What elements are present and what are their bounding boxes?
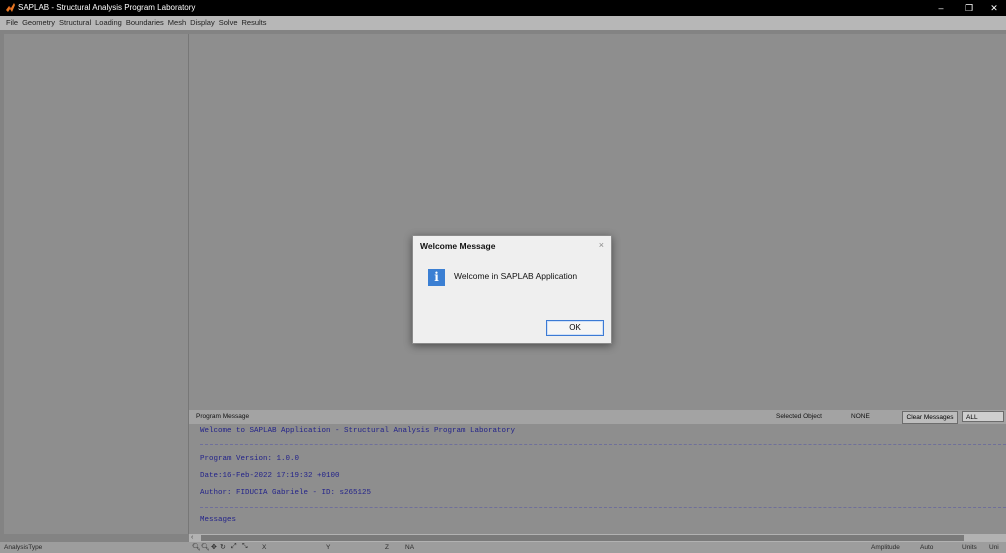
console-divider: [200, 444, 1006, 445]
dialog-title: Welcome Message: [420, 241, 496, 251]
y-coordinate-label: Y: [326, 544, 331, 551]
menu-display[interactable]: Display: [188, 16, 217, 30]
menu-bar: File Geometry Structural Loading Boundar…: [0, 16, 1006, 30]
amplitude-label: Amplitude: [871, 544, 900, 551]
window-title: SAPLAB - Structural Analysis Program Lab…: [18, 3, 196, 12]
selected-object-value: NONE: [851, 413, 870, 420]
menu-structural[interactable]: Structural: [57, 16, 93, 30]
maximize-button[interactable]: ❐: [958, 1, 980, 15]
amplitude-value[interactable]: Auto: [920, 544, 933, 551]
program-message-label: Program Message: [196, 413, 250, 420]
matlab-icon: [6, 3, 15, 12]
z-coordinate-label: Z: [385, 544, 389, 551]
menu-geometry[interactable]: Geometry: [20, 16, 57, 30]
zoom-in-icon[interactable]: 🔍︎: [192, 543, 201, 551]
console-divider: [200, 507, 1006, 508]
x-coordinate-label: X: [262, 544, 267, 551]
menu-boundaries[interactable]: Boundaries: [124, 16, 166, 30]
message-console[interactable]: Welcome to SAPLAB Application - Structur…: [189, 424, 1006, 534]
console-date-line: Date:16-Feb-2022 17:19:32 +0100: [200, 472, 340, 480]
console-version-line: Program Version: 1.0.0: [200, 455, 300, 463]
dialog-message: Welcome in SAPLAB Application: [454, 271, 578, 281]
ok-button[interactable]: OK: [546, 320, 604, 336]
console-messages-line: Messages: [200, 516, 237, 524]
menu-mesh[interactable]: Mesh: [166, 16, 188, 30]
menu-loading[interactable]: Loading: [93, 16, 124, 30]
dialog-close-icon[interactable]: ×: [599, 240, 604, 250]
scrollbar-thumb[interactable]: [201, 535, 964, 541]
graphics-canvas[interactable]: [189, 34, 1006, 410]
rotate-icon[interactable]: ↻: [220, 543, 226, 551]
minimize-button[interactable]: –: [930, 1, 952, 15]
welcome-dialog: Welcome Message × i Welcome in SAPLAB Ap…: [412, 235, 612, 344]
console-author-line: Author: FIDUCIA Gabriele - ID: s265125: [200, 489, 372, 497]
menu-results[interactable]: Results: [240, 16, 269, 30]
clear-messages-button[interactable]: Clear Messages: [902, 411, 958, 424]
units-label: Units: [962, 544, 977, 551]
view-icon[interactable]: ⤢: [231, 543, 237, 551]
zoom-out-icon[interactable]: 🔍︎: [201, 543, 210, 551]
menu-solve[interactable]: Solve: [217, 16, 240, 30]
scroll-left-icon[interactable]: ‹: [191, 534, 193, 542]
menu-file[interactable]: File: [0, 16, 20, 30]
console-scrollbar[interactable]: ‹: [189, 534, 1006, 542]
console-welcome-line: Welcome to SAPLAB Application - Structur…: [200, 427, 516, 435]
analysis-type-label: AnalysisType: [4, 544, 43, 551]
message-panel-header: Program Message Selected Object NONE Cle…: [189, 410, 1006, 424]
model-tree-panel[interactable]: [4, 34, 189, 534]
pan-icon[interactable]: ✥: [211, 543, 217, 551]
units-value[interactable]: Uni: [989, 544, 999, 551]
coordinate-value: NA: [405, 544, 415, 551]
status-bar: AnalysisType 🔍︎ 🔍︎ ✥ ↻ ⤢ ⤡ X Y Z NA Ampl…: [0, 542, 1006, 553]
message-filter-select[interactable]: ALL: [962, 411, 1004, 422]
selected-object-label: Selected Object: [776, 413, 822, 420]
info-icon: i: [428, 269, 445, 286]
fit-view-icon[interactable]: ⤡: [242, 543, 248, 551]
title-bar: SAPLAB - Structural Analysis Program Lab…: [0, 0, 1006, 16]
close-button[interactable]: ✕: [983, 1, 1005, 15]
